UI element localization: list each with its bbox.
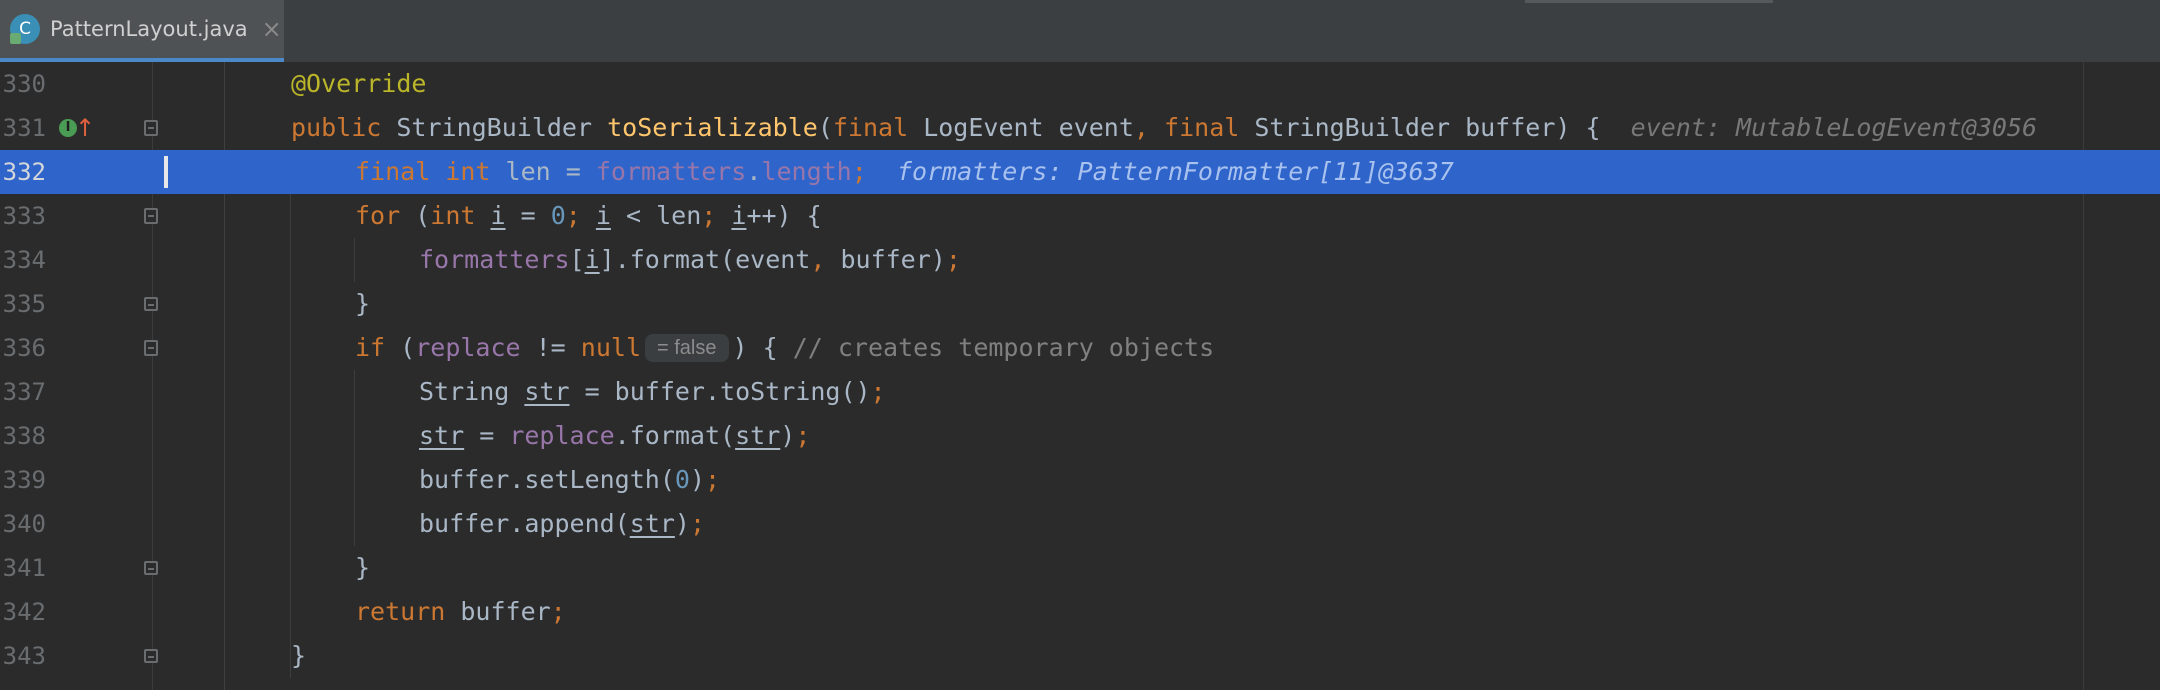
code-line[interactable]: 331 I ↑ public StringBuilder toSerializa… (0, 106, 2160, 150)
line-number: 343 (2, 642, 46, 670)
code-line[interactable]: 336 if (replace != null = false) { // cre… (0, 326, 2160, 370)
line-number: 338 (2, 422, 46, 450)
fold-icon[interactable] (144, 208, 158, 224)
java-class-icon: C (10, 14, 40, 44)
code-text: formatters[i].format(event, buffer); (419, 245, 961, 274)
toolbar-strip (1525, 0, 1773, 3)
line-number: 336 (2, 334, 46, 362)
code-text: str = replace.format(str); (419, 421, 811, 450)
close-icon[interactable]: × (262, 15, 282, 43)
code-text: buffer.append(str); (419, 509, 705, 538)
code-text: @Override (291, 69, 427, 98)
fold-icon[interactable] (144, 120, 158, 136)
line-number: 339 (2, 466, 46, 494)
line-number: 337 (2, 378, 46, 406)
code-text: buffer.setLength(0); (419, 465, 721, 494)
debug-value-hint: formatters: PatternFormatter[11]@3637 (896, 157, 1454, 186)
code-text: public StringBuilder toSerializable(fina… (291, 113, 2038, 142)
debug-value-hint: event: MutableLogEvent@3056 (1630, 113, 2038, 142)
line-number: 330 (2, 70, 46, 98)
line-number: 331 (2, 114, 46, 142)
fold-end-icon[interactable] (144, 561, 158, 575)
code-line[interactable]: 334 formatters[i].format(event, buffer); (0, 238, 2160, 282)
code-text: for (int i = 0; i < len; i++) { (355, 201, 822, 230)
code-line-execution-point[interactable]: 332 final int len = formatters.length; f… (0, 150, 2160, 194)
editor-tab-bar: C PatternLayout.java × (0, 0, 2160, 63)
line-number: 334 (2, 246, 46, 274)
code-text: String str = buffer.toString(); (419, 377, 886, 406)
code-line[interactable]: 338 str = replace.format(str); (0, 414, 2160, 458)
fold-end-icon[interactable] (144, 649, 158, 663)
tab-patternlayout-java[interactable]: C PatternLayout.java × (0, 0, 284, 62)
code-text: } (355, 289, 371, 318)
line-number: 333 (2, 202, 46, 230)
code-text: final int len = formatters.length; forma… (355, 157, 1454, 186)
code-editor[interactable]: 330 @Override 331 I ↑ public StringBuild… (0, 62, 2160, 690)
line-number: 341 (2, 554, 46, 582)
fold-end-icon[interactable] (144, 297, 158, 311)
code-text: if (replace != null = false) { // creates… (355, 333, 1215, 362)
code-text: } (291, 641, 307, 670)
code-text: } (355, 553, 371, 582)
code-line[interactable]: 340 buffer.append(str); (0, 502, 2160, 546)
code-line[interactable]: 330 @Override (0, 62, 2160, 106)
line-number: 332 (2, 158, 46, 186)
inline-value-hint: = false (645, 334, 729, 362)
code-line[interactable]: 339 buffer.setLength(0); (0, 458, 2160, 502)
code-line[interactable]: 337 String str = buffer.toString(); (0, 370, 2160, 414)
code-line[interactable]: 342 return buffer; (0, 590, 2160, 634)
code-line[interactable]: 335 } (0, 282, 2160, 326)
tab-label: PatternLayout.java (50, 17, 248, 41)
code-text: return buffer; (355, 597, 566, 626)
code-line[interactable]: 341 } (0, 546, 2160, 590)
code-line[interactable]: 333 for (int i = 0; i < len; i++) { (0, 194, 2160, 238)
text-caret (164, 156, 168, 188)
line-number: 340 (2, 510, 46, 538)
line-number: 335 (2, 290, 46, 318)
code-line[interactable]: 343 } (0, 634, 2160, 678)
overrides-arrow-icon[interactable]: ↑ (75, 114, 95, 142)
line-number: 342 (2, 598, 46, 626)
fold-icon[interactable] (144, 340, 158, 356)
